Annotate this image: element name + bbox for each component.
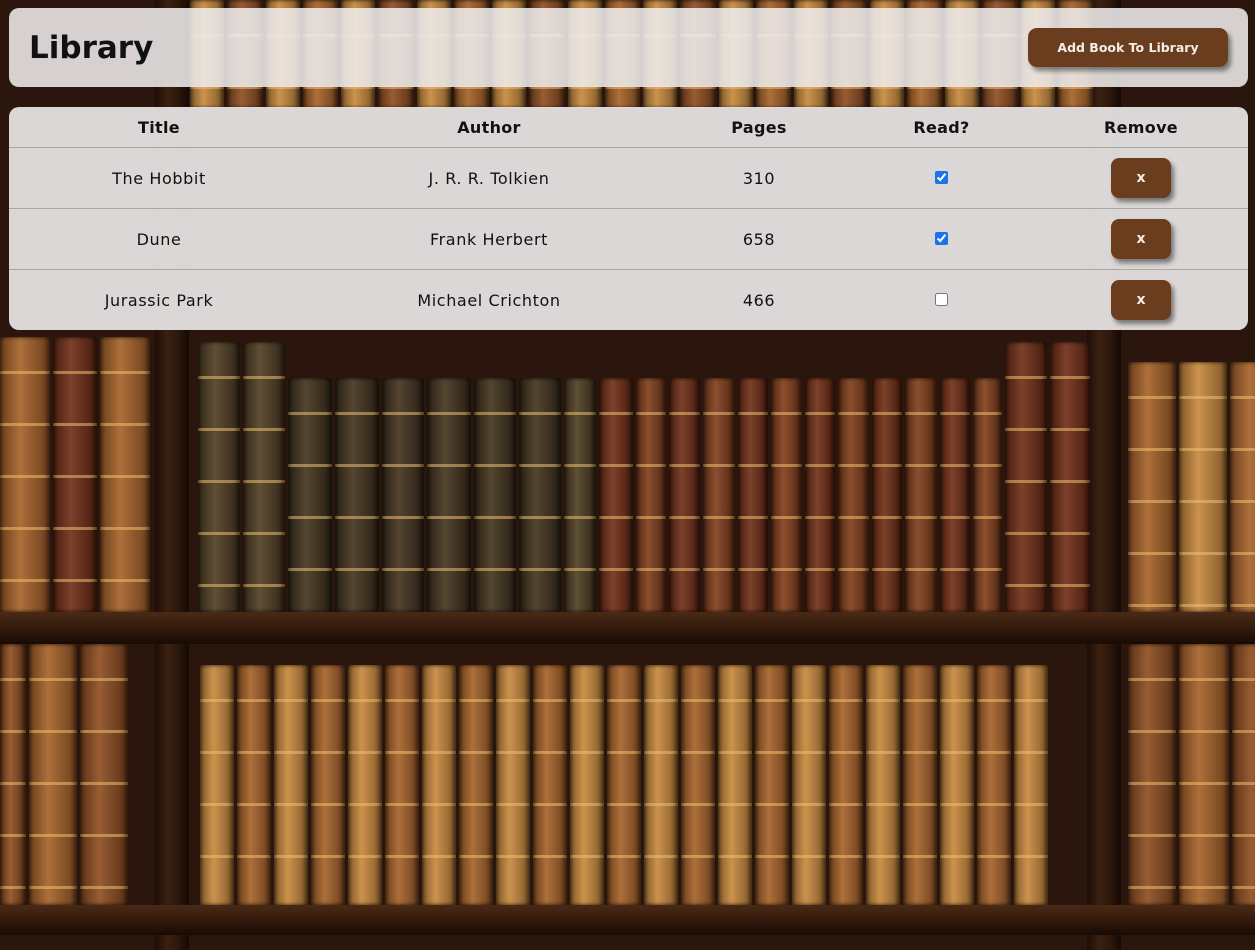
column-header-pages: Pages — [669, 107, 849, 148]
book-pages-cell: 466 — [669, 269, 849, 330]
table-row: Jurassic Park Michael Crichton 466 x — [9, 269, 1248, 330]
read-checkbox[interactable] — [935, 170, 948, 184]
library-table-panel: Title Author Pages Read? Remove The Hobb… — [9, 107, 1248, 330]
book-title-cell: Dune — [9, 208, 309, 270]
book-row — [0, 335, 150, 612]
table-row: The Hobbit J. R. R. Tolkien 310 x — [9, 148, 1248, 209]
read-checkbox[interactable] — [935, 231, 948, 245]
header-panel: Library Add Book To Library — [9, 8, 1248, 87]
book-author-cell: J. R. R. Tolkien — [428, 168, 550, 188]
remove-book-button[interactable]: x — [1111, 158, 1171, 198]
read-cell — [849, 148, 1034, 209]
book-row — [0, 644, 128, 905]
read-checkbox[interactable] — [935, 292, 948, 306]
book-row — [1128, 360, 1255, 612]
remove-book-button[interactable]: x — [1111, 219, 1171, 259]
book-title-cell: The Hobbit — [112, 168, 206, 188]
remove-book-button[interactable]: x — [1111, 280, 1171, 320]
remove-cell: x — [1034, 208, 1248, 270]
book-author-cell: Michael Crichton — [309, 269, 669, 330]
book-row — [200, 664, 1048, 905]
book-pages-cell: 658 — [669, 208, 849, 270]
library-table: Title Author Pages Read? Remove The Hobb… — [9, 107, 1248, 330]
add-book-button[interactable]: Add Book To Library — [1028, 28, 1228, 67]
book-row — [1128, 644, 1255, 905]
remove-cell: x — [1034, 148, 1248, 209]
book-row — [198, 340, 1090, 612]
read-cell — [849, 269, 1034, 330]
column-header-author: Author — [309, 107, 669, 148]
column-header-read: Read? — [849, 107, 1034, 148]
table-row: Dune Frank Herbert 658 x — [9, 208, 1248, 270]
page-title: Library — [29, 29, 154, 66]
column-header-title: Title — [9, 107, 309, 148]
table-header-row: Title Author Pages Read? Remove — [9, 107, 1248, 148]
shelf-board — [0, 905, 1255, 935]
shelf-board — [0, 612, 1255, 644]
book-author-cell: Frank Herbert — [309, 208, 669, 270]
book-title-cell: Jurassic Park — [9, 269, 309, 330]
remove-cell: x — [1034, 269, 1248, 330]
book-pages-cell: 310 — [742, 168, 776, 188]
read-cell — [849, 208, 1034, 270]
column-header-remove: Remove — [1034, 107, 1248, 148]
